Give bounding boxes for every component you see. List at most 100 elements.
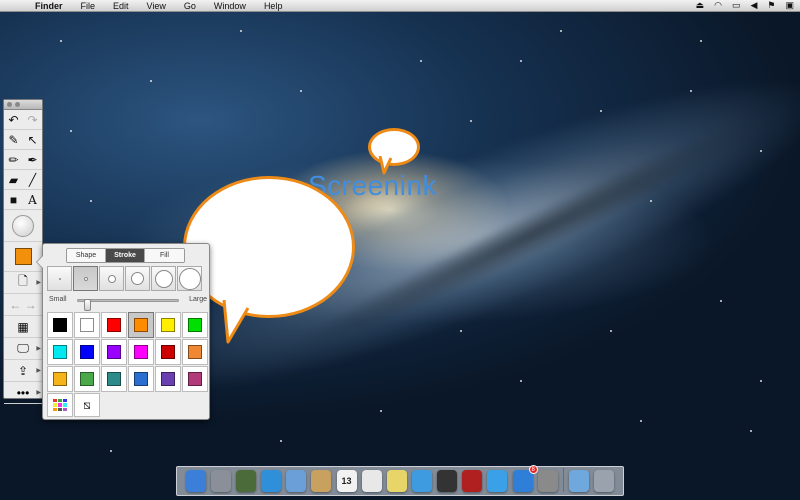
color-chip <box>53 318 67 332</box>
brush-icon[interactable]: ✒ <box>23 150 42 170</box>
small-speech-bubble[interactable] <box>368 128 420 166</box>
menu-view[interactable]: View <box>138 1 175 11</box>
menu-edit[interactable]: Edit <box>104 1 138 11</box>
color-swatch-11[interactable] <box>155 339 181 365</box>
menu-file[interactable]: File <box>72 1 105 11</box>
menu-finder[interactable]: Finder <box>26 1 72 11</box>
shape-icon[interactable]: ■ <box>4 190 23 210</box>
star <box>520 380 522 382</box>
pen-icon[interactable]: ✏ <box>4 150 23 170</box>
color-swatch-18[interactable] <box>182 366 208 392</box>
stroke-size-3[interactable] <box>99 266 124 291</box>
undo-icon[interactable]: ↶ <box>4 110 23 130</box>
stroke-width-slider[interactable] <box>77 299 179 311</box>
stroke-size-2[interactable] <box>73 266 98 291</box>
calendar-icon[interactable]: 13 <box>336 470 357 492</box>
more-button[interactable]: ••• ▶ <box>4 382 42 404</box>
color-swatch-8[interactable] <box>74 339 100 365</box>
menu-go[interactable]: Go <box>175 1 205 11</box>
star <box>520 60 522 62</box>
eraser-icon[interactable]: ▰ <box>4 170 23 190</box>
tab-fill[interactable]: Fill <box>145 249 184 262</box>
stroke-size-4[interactable] <box>125 266 150 291</box>
downloads-folder-icon[interactable] <box>569 470 590 492</box>
star <box>470 120 472 122</box>
color-swatch-3[interactable] <box>101 312 127 338</box>
popover-tabs: Shape Stroke Fill <box>66 248 185 263</box>
launchpad-icon[interactable] <box>210 470 231 492</box>
itunes-icon[interactable] <box>487 470 508 492</box>
eyedropper-button[interactable]: ⧅ <box>74 393 100 417</box>
app-store-icon[interactable]: 8 <box>512 465 538 492</box>
forward-arrow-icon[interactable]: → <box>25 298 37 312</box>
color-grid-icon <box>53 399 67 411</box>
highlighter-icon[interactable]: ✎ <box>4 130 23 150</box>
stroke-width-slider-row: Small Large <box>49 296 207 311</box>
color-swatch-7[interactable] <box>47 339 73 365</box>
color-swatch-1[interactable] <box>47 312 73 338</box>
color-swatch-16[interactable] <box>128 366 154 392</box>
grid-view-button[interactable]: ▦ <box>4 316 42 338</box>
share-button[interactable]: ⇪ ▶ <box>4 360 42 382</box>
back-arrow-icon[interactable]: ← <box>9 298 21 312</box>
color-swatch-2[interactable] <box>74 312 100 338</box>
color-chip <box>188 345 202 359</box>
mail-icon[interactable] <box>286 470 307 492</box>
palette-extra-row: ⧅ <box>47 393 100 417</box>
color-swatch-4[interactable] <box>128 312 154 338</box>
color-swatch-14[interactable] <box>74 366 100 392</box>
trash-icon[interactable] <box>594 470 615 492</box>
color-swatch-13[interactable] <box>47 366 73 392</box>
line-icon[interactable]: ╱ <box>23 170 42 190</box>
menu-help[interactable]: Help <box>255 1 292 11</box>
star <box>760 380 762 382</box>
stroke-size-5[interactable] <box>151 266 176 291</box>
volume-icon[interactable]: ◀ <box>750 0 757 11</box>
presentation-button[interactable]: 🖵 ▶ <box>4 338 42 360</box>
wifi-icon[interactable]: ◠ <box>714 0 722 11</box>
color-swatch-17[interactable] <box>155 366 181 392</box>
mission-control-icon[interactable] <box>235 470 256 492</box>
color-swatch-6[interactable] <box>182 312 208 338</box>
star <box>60 40 62 42</box>
tab-stroke[interactable]: Stroke <box>106 249 145 262</box>
brush-size-preview[interactable] <box>4 210 42 242</box>
eject-icon[interactable]: ⏏ <box>696 0 705 11</box>
color-swatch-9[interactable] <box>101 339 127 365</box>
select-arrow-icon[interactable]: ↖ <box>23 130 42 150</box>
safari-icon[interactable] <box>261 470 282 492</box>
app-store-badge: 8 <box>528 465 538 474</box>
text-icon[interactable]: A <box>23 190 42 210</box>
facetime-icon[interactable] <box>437 470 458 492</box>
flag-icon[interactable]: ⚑ <box>767 0 775 11</box>
tool-palette-titlebar[interactable] <box>4 100 42 110</box>
display-icon[interactable]: ▣ <box>785 0 794 11</box>
color-swatch-5[interactable] <box>155 312 181 338</box>
tab-shape[interactable]: Shape <box>67 249 106 262</box>
menu-window[interactable]: Window <box>205 1 255 11</box>
color-swatch-15[interactable] <box>101 366 127 392</box>
grid-icon: ▦ <box>17 319 29 334</box>
system-preferences-icon[interactable] <box>537 470 558 492</box>
messages-icon[interactable] <box>411 470 432 492</box>
color-swatch-10[interactable] <box>128 339 154 365</box>
current-color-swatch[interactable] <box>14 248 32 265</box>
notes-icon[interactable] <box>386 470 407 492</box>
stroke-size-1[interactable] <box>47 266 72 291</box>
tool-palette[interactable]: ↶ ↷ ✎ ↖ ✏ ✒ ▰ ╱ ■ A 🗋 ▶ ← → ▦ 🖵 ▶ ⇪ ▶ ••• ▶ <box>3 99 43 404</box>
stroke-settings-popover[interactable]: Shape Stroke Fill Small Large ⧅ <box>36 243 210 420</box>
custom-colors-button[interactable] <box>47 393 73 417</box>
contacts-icon[interactable] <box>311 470 332 492</box>
redo-icon[interactable]: ↷ <box>23 110 42 130</box>
star <box>560 30 562 32</box>
battery-icon[interactable]: ▭ <box>732 0 741 11</box>
reminders-icon[interactable] <box>361 470 382 492</box>
color-swatch-12[interactable] <box>182 339 208 365</box>
photo-booth-icon[interactable] <box>462 470 483 492</box>
stroke-size-6[interactable] <box>177 266 202 291</box>
new-page-button[interactable]: 🗋 ▶ <box>4 272 42 294</box>
large-speech-bubble-tail <box>222 300 250 344</box>
slider-knob[interactable] <box>84 299 91 311</box>
brush-size-dial[interactable] <box>12 214 34 237</box>
finder-icon[interactable] <box>185 470 206 492</box>
